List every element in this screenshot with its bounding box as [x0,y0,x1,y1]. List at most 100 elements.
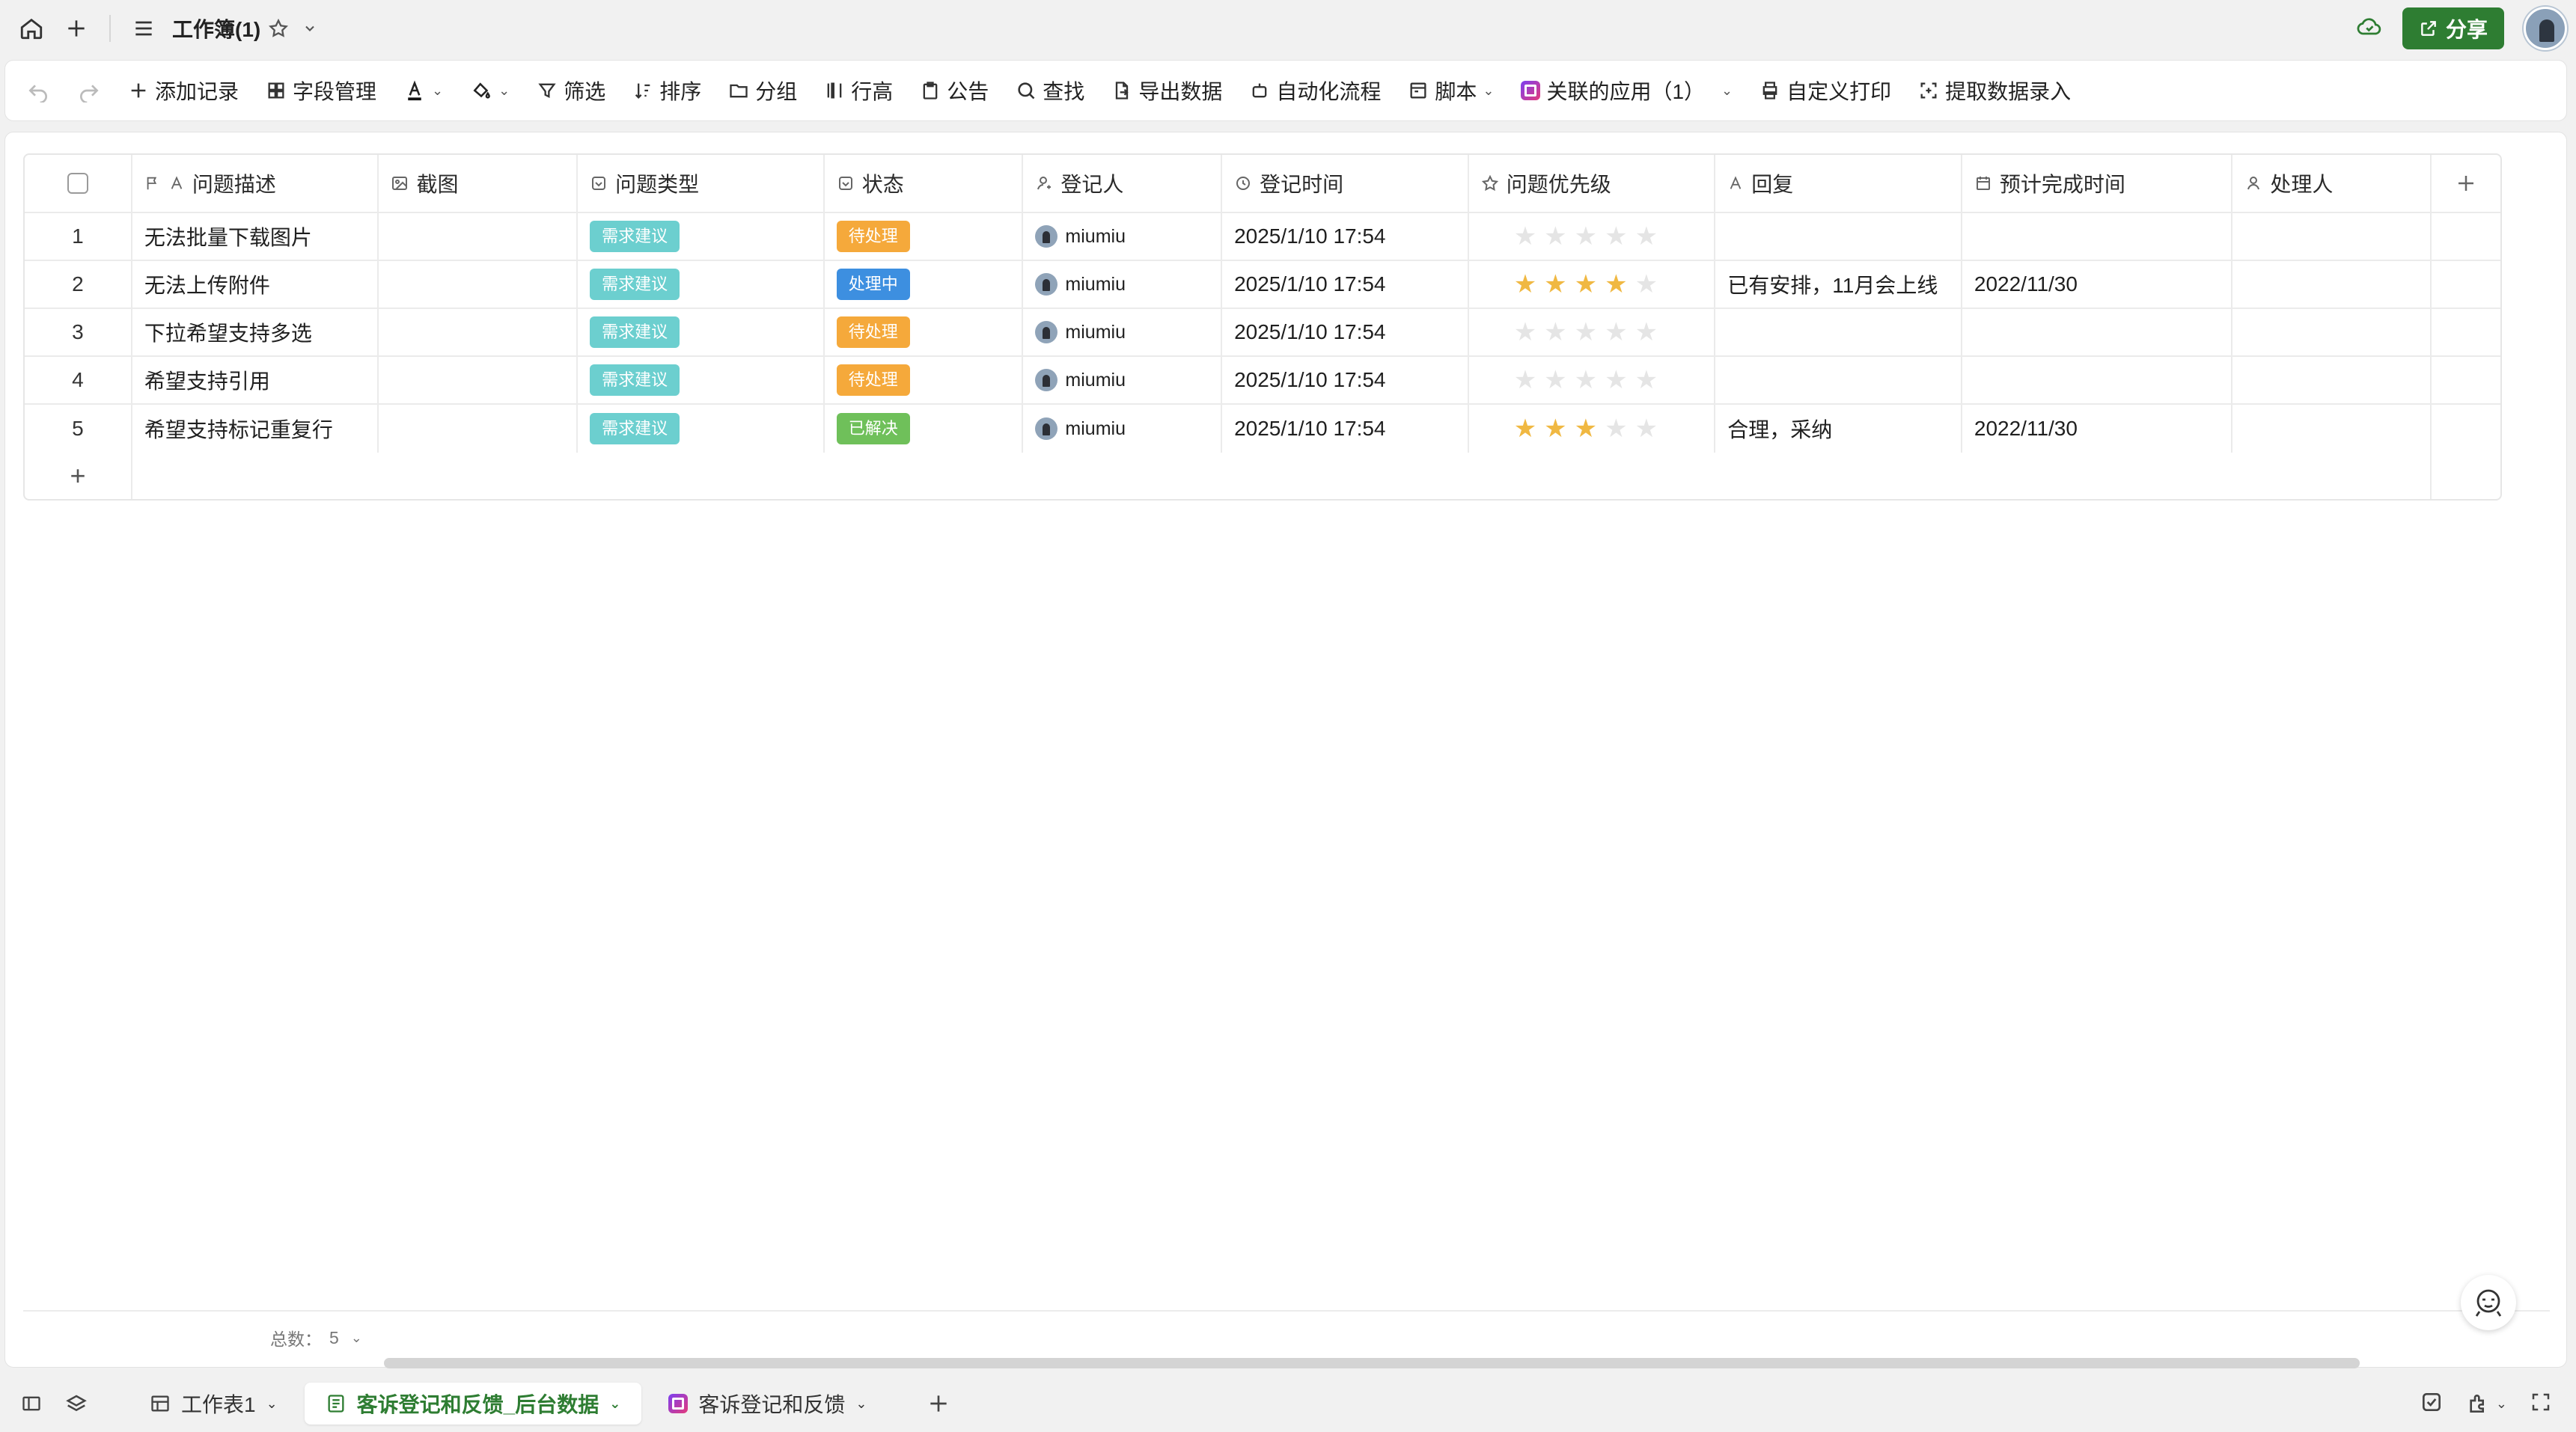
redo-button[interactable] [77,79,101,102]
column-header[interactable]: 处理人 [2232,155,2432,212]
select-all-cell[interactable] [25,155,132,212]
cell-status[interactable]: 处理中 [825,261,1024,307]
add-record-button[interactable]: 添加记录 [128,76,239,105]
fill-color-dropdown[interactable]: ⌄ [470,79,510,102]
cell-reply[interactable] [1715,357,1962,403]
cell-type[interactable]: 需求建议 [578,405,825,453]
cell-screenshot[interactable] [379,213,579,260]
star-icon[interactable]: ★ [1514,319,1536,345]
star-icon[interactable]: ★ [1544,319,1566,345]
script-dropdown[interactable]: 脚本 ⌄ [1408,76,1494,105]
cell-time[interactable]: 2025/1/10 17:54 [1222,261,1469,307]
star-icon[interactable]: ★ [1605,319,1627,345]
assistant-icon[interactable] [2461,1275,2516,1330]
cell-due-date[interactable]: 2022/11/30 [1962,405,2233,453]
star-icon[interactable]: ★ [1544,224,1566,249]
cell-reporter[interactable]: miumiu [1023,309,1223,355]
cell-reporter[interactable]: miumiu [1023,261,1223,307]
export-button[interactable]: 导出数据 [1111,76,1222,105]
home-icon[interactable] [9,6,54,51]
favorite-star-icon[interactable] [260,6,296,51]
table-row[interactable]: 3 下拉希望支持多选 需求建议 待处理 miumiu 2025/1/10 17:54 ★ ★ ★… [25,309,2500,357]
extract-entry-button[interactable]: 提取数据录入 [1918,76,2071,105]
find-button[interactable]: 查找 [1016,76,1084,105]
cell-priority[interactable]: ★ ★ ★ ★ ★ [1469,309,1716,355]
star-icon[interactable]: ★ [1544,416,1566,441]
star-icon[interactable]: ★ [1575,224,1597,249]
column-header[interactable]: 状态 [825,155,1024,212]
cell-type[interactable]: 需求建议 [578,213,825,260]
new-tab-icon[interactable] [54,6,99,51]
cell-reporter[interactable]: miumiu [1023,405,1223,453]
cell-reporter[interactable]: miumiu [1023,213,1223,260]
star-icon[interactable]: ★ [1605,224,1627,249]
star-icon[interactable]: ★ [1514,367,1536,393]
column-header[interactable]: 问题优先级 [1469,155,1716,212]
cell-priority[interactable]: ★ ★ ★ ★ ★ [1469,261,1716,307]
add-row-button[interactable]: + [25,453,132,499]
cell-status[interactable]: 待处理 [825,213,1024,260]
chevron-down-icon[interactable] [296,6,323,51]
user-avatar[interactable] [2524,7,2567,50]
star-icon[interactable]: ★ [1575,319,1597,345]
cell-due-date[interactable] [1962,213,2233,260]
column-header[interactable]: 预计完成时间 [1962,155,2233,212]
sidebar-toggle-icon[interactable] [9,1381,54,1426]
fullscreen-icon[interactable] [2530,1391,2552,1417]
cell-handler[interactable] [2232,357,2432,403]
star-icon[interactable]: ★ [1635,367,1658,393]
cloud-sync-icon[interactable] [2356,13,2383,44]
star-icon[interactable]: ★ [1635,416,1658,441]
undo-button[interactable] [26,79,50,102]
table-row[interactable]: 1 无法批量下载图片 需求建议 待处理 miumiu 2025/1/10 17:54 ★ ★ ★… [25,213,2500,261]
column-header[interactable]: 登记时间 [1222,155,1469,212]
cell-reporter[interactable]: miumiu [1023,357,1223,403]
linked-apps-dropdown[interactable]: 关联的应用（1） ⌄ [1521,76,1733,105]
horizontal-scrollbar[interactable] [384,1358,2360,1368]
cell-due-date[interactable]: 2022/11/30 [1962,261,2233,307]
cell-time[interactable]: 2025/1/10 17:54 [1222,405,1469,453]
column-header[interactable]: 截图 [379,155,579,212]
cell-time[interactable]: 2025/1/10 17:54 [1222,357,1469,403]
table-row[interactable]: 2 无法上传附件 需求建议 处理中 miumiu 2025/1/10 17:54 ★ ★ ★ ★ ★… [25,261,2500,309]
star-icon[interactable]: ★ [1575,272,1597,297]
star-icon[interactable]: ★ [1605,272,1627,297]
cell-priority[interactable]: ★ ★ ★ ★ ★ [1469,357,1716,403]
sheet-tab-active[interactable]: 客诉登记和反馈_后台数据 ⌄ [304,1383,642,1425]
add-sheet-icon[interactable] [916,1381,961,1426]
cell-screenshot[interactable] [379,357,579,403]
cell-description[interactable]: 无法上传附件 [132,261,379,307]
row-height-button[interactable]: 行高 [824,76,893,105]
filter-button[interactable]: 筛选 [537,76,605,105]
field-manage-button[interactable]: 字段管理 [266,76,376,105]
cell-time[interactable]: 2025/1/10 17:54 [1222,213,1469,260]
plugin-dropdown[interactable]: ⌄ [2466,1392,2507,1416]
cell-screenshot[interactable] [379,405,579,453]
cell-type[interactable]: 需求建议 [578,261,825,307]
column-header[interactable]: 回复 [1715,155,1962,212]
cell-due-date[interactable] [1962,309,2233,355]
record-count[interactable]: 总数： 5 ⌄ [270,1325,362,1350]
star-icon[interactable]: ★ [1514,272,1536,297]
automation-button[interactable]: 自动化流程 [1249,76,1381,105]
document-title[interactable]: 工作簿(1) [172,13,260,43]
select-all-checkbox[interactable] [67,173,88,194]
star-icon[interactable]: ★ [1635,319,1658,345]
sheet-tab[interactable]: 工作表1 ⌄ [129,1383,299,1425]
cell-time[interactable]: 2025/1/10 17:54 [1222,309,1469,355]
column-header[interactable]: 问题描述 [132,155,379,212]
cell-handler[interactable] [2232,309,2432,355]
text-color-dropdown[interactable]: ⌄ [403,79,443,102]
star-icon[interactable]: ★ [1575,367,1597,393]
star-icon[interactable]: ★ [1635,224,1658,249]
table-row[interactable]: 4 希望支持引用 需求建议 待处理 miumiu 2025/1/10 17:54 ★ ★ ★ ★ ★ [25,357,2500,405]
star-icon[interactable]: ★ [1605,416,1627,441]
cell-screenshot[interactable] [379,309,579,355]
cell-handler[interactable] [2232,405,2432,453]
notice-button[interactable]: 公告 [920,76,989,105]
cell-reply[interactable] [1715,309,1962,355]
star-icon[interactable]: ★ [1635,272,1658,297]
cell-reply[interactable] [1715,213,1962,260]
cell-description[interactable]: 希望支持标记重复行 [132,405,379,453]
layers-icon[interactable] [54,1381,99,1426]
